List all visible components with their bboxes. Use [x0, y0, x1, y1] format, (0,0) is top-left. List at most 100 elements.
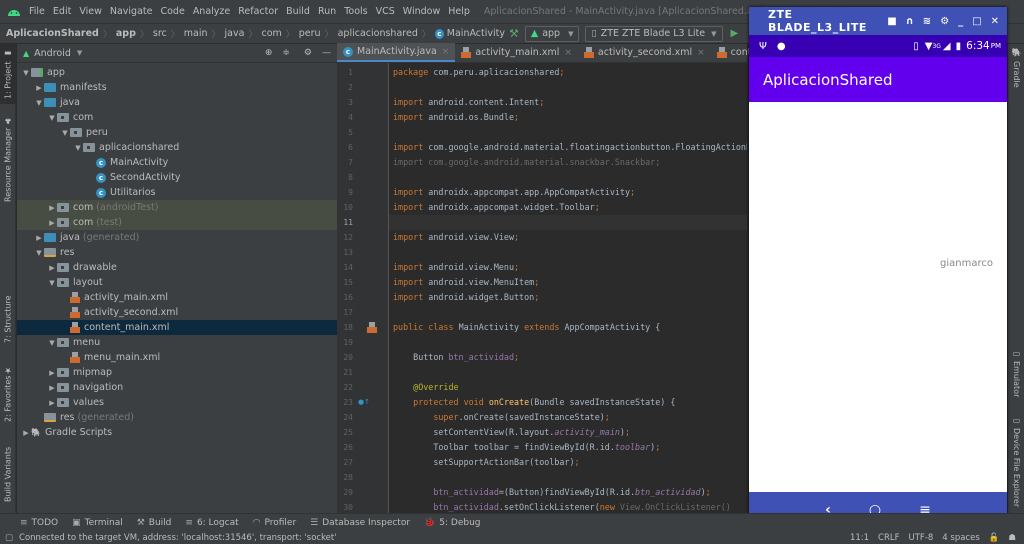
breadcrumb-item[interactable]: src: [153, 28, 167, 39]
tree-item[interactable]: activity_second.xml: [17, 305, 337, 320]
tab-project[interactable]: 1: Project ▬: [0, 44, 16, 104]
expanded-arrow-icon[interactable]: ▼: [47, 279, 57, 287]
expanded-arrow-icon[interactable]: ▼: [60, 129, 70, 137]
headphones-icon[interactable]: ∩: [906, 16, 914, 27]
expanded-arrow-icon[interactable]: ▼: [47, 114, 57, 122]
project-view-select[interactable]: Android: [34, 48, 71, 59]
tool-window-debug[interactable]: 🐞 5: Debug: [424, 518, 480, 528]
wifi-icon[interactable]: ≋: [923, 16, 931, 27]
menu-analyze[interactable]: Analyze: [189, 6, 234, 17]
code-line[interactable]: super.onCreate(savedInstanceState);: [393, 412, 610, 422]
code-line[interactable]: Button btn_actividad;: [393, 352, 519, 362]
tree-item[interactable]: ▶ com (test): [17, 215, 337, 230]
code-line[interactable]: import android.view.Menu;: [393, 262, 519, 272]
collapsed-arrow-icon[interactable]: ▶: [47, 369, 57, 377]
collapsed-arrow-icon[interactable]: ▶: [47, 219, 57, 227]
tool-window-build[interactable]: ⚒ Build: [137, 518, 172, 528]
tree-item[interactable]: c Utilitarios: [17, 185, 337, 200]
tool-window-database-inspector[interactable]: ☰ Database Inspector: [310, 518, 410, 528]
file-encoding[interactable]: UTF-8: [909, 533, 934, 543]
device-select[interactable]: ▯ ZTE ZTE Blade L3 Lite ▼: [585, 25, 723, 42]
code-line[interactable]: import android.widget.Button;: [393, 292, 539, 302]
expanded-arrow-icon[interactable]: ▼: [47, 339, 57, 347]
tree-item[interactable]: ▶ navigation: [17, 380, 337, 395]
menu-edit[interactable]: Edit: [49, 6, 75, 17]
tree-item[interactable]: c SecondActivity: [17, 170, 337, 185]
gear-icon[interactable]: ⚙: [304, 48, 312, 58]
status-toggle-icon[interactable]: ▢: [5, 533, 13, 543]
tree-item[interactable]: ▼ java: [17, 95, 337, 110]
indent-setting[interactable]: 4 spaces: [942, 533, 979, 543]
tree-item[interactable]: ▼ com: [17, 110, 337, 125]
breadcrumb-item[interactable]: AplicacionShared: [6, 28, 99, 39]
tree-item[interactable]: content_main.xml: [17, 320, 337, 335]
tool-window-terminal[interactable]: ▣ Terminal: [72, 518, 123, 528]
menu-file[interactable]: File: [25, 6, 49, 17]
collapsed-arrow-icon[interactable]: ▶: [47, 204, 57, 212]
tree-item[interactable]: ▶ drawable: [17, 260, 337, 275]
run-icon[interactable]: ▶: [731, 28, 739, 39]
tab-gradle[interactable]: 🐘 Gradle: [1008, 48, 1024, 98]
tab-emulator[interactable]: ▭ Emulator: [1008, 349, 1024, 409]
menu-tools[interactable]: Tools: [340, 6, 371, 17]
collapse-all-icon[interactable]: ≑: [282, 48, 290, 58]
collapsed-arrow-icon[interactable]: ▶: [34, 234, 44, 242]
menu-vcs[interactable]: VCS: [372, 6, 399, 17]
menu-navigate[interactable]: Navigate: [106, 6, 157, 17]
code-line[interactable]: import com.google.android.material.float…: [393, 142, 747, 152]
collapsed-arrow-icon[interactable]: ▶: [47, 399, 57, 407]
expanded-arrow-icon[interactable]: ▼: [34, 99, 44, 107]
breadcrumb-item[interactable]: peru: [299, 28, 321, 39]
menu-refactor[interactable]: Refactor: [234, 6, 282, 17]
tool-window-profiler[interactable]: ◠ Profiler: [253, 518, 297, 528]
minimize-icon[interactable]: —: [322, 48, 331, 58]
locate-icon[interactable]: ⊕: [265, 48, 273, 58]
code-line[interactable]: package com.peru.aplicacionshared;: [393, 67, 564, 77]
code-line[interactable]: Toolbar toolbar = findViewById(R.id.tool…: [393, 442, 660, 452]
tree-item[interactable]: res (generated): [17, 410, 337, 425]
menu-help[interactable]: Help: [444, 6, 474, 17]
tree-item[interactable]: ▶ mipmap: [17, 365, 337, 380]
code-line[interactable]: import androidx.appcompat.widget.Toolbar…: [393, 202, 600, 212]
code-line[interactable]: import android.content.Intent;: [393, 97, 544, 107]
menu-view[interactable]: View: [75, 6, 106, 17]
breadcrumb-item[interactable]: MainActivity: [447, 28, 505, 39]
editor-tab[interactable]: activity_second.xml ×: [578, 43, 711, 62]
tab-build-variants[interactable]: Build Variants: [0, 439, 16, 509]
tab-resource-manager[interactable]: Resource Manager ♣: [0, 114, 16, 204]
tab-structure[interactable]: 7: Structure: [0, 289, 16, 349]
collapsed-arrow-icon[interactable]: ▶: [47, 264, 57, 272]
collapsed-arrow-icon[interactable]: ▶: [34, 84, 44, 92]
code-line[interactable]: import androidx.appcompat.app.AppCompatA…: [393, 187, 635, 197]
build-hammer-icon[interactable]: ⚒: [509, 27, 519, 40]
tab-favorites[interactable]: 2: Favorites ★: [0, 364, 16, 424]
tree-item[interactable]: menu_main.xml: [17, 350, 337, 365]
lock-icon[interactable]: 🔓: [989, 533, 1000, 543]
close-tab-icon[interactable]: ×: [697, 48, 705, 58]
caret-position[interactable]: 11:1: [850, 533, 869, 543]
code-line[interactable]: import com.google.android.material.snack…: [393, 157, 660, 167]
menu-window[interactable]: Window: [399, 6, 444, 17]
tree-item[interactable]: ▼ layout: [17, 275, 337, 290]
expanded-arrow-icon[interactable]: ▼: [73, 144, 83, 152]
code-line[interactable]: setSupportActionBar(toolbar);: [393, 457, 579, 467]
expanded-arrow-icon[interactable]: ▼: [21, 69, 31, 77]
collapsed-arrow-icon[interactable]: ▶: [21, 429, 31, 437]
close-tab-icon[interactable]: ×: [564, 48, 572, 58]
code-line[interactable]: import android.os.Bundle;: [393, 112, 519, 122]
tree-item[interactable]: ▶ com (androidTest): [17, 200, 337, 215]
maximize-icon[interactable]: □: [972, 16, 981, 27]
tree-item[interactable]: ▼ aplicacionshared: [17, 140, 337, 155]
code-line[interactable]: import android.view.MenuItem;: [393, 277, 539, 287]
tree-item[interactable]: c MainActivity: [17, 155, 337, 170]
tree-item[interactable]: ▼ res: [17, 245, 337, 260]
tree-item[interactable]: ▶ manifests: [17, 80, 337, 95]
event-log-icon[interactable]: ☗: [1008, 533, 1016, 543]
code-line[interactable]: @Override: [393, 382, 458, 392]
tool-window-todo[interactable]: ≡ TODO: [20, 518, 58, 528]
code-line[interactable]: btn_actividad.setOnClickListener(new Vie…: [393, 502, 731, 512]
breadcrumb-item[interactable]: com: [261, 28, 281, 39]
breadcrumb-item[interactable]: aplicacionshared: [338, 28, 418, 39]
tool-window-logcat[interactable]: ≡ 6: Logcat: [185, 518, 238, 528]
code-line[interactable]: public class MainActivity extends AppCom…: [393, 322, 660, 332]
